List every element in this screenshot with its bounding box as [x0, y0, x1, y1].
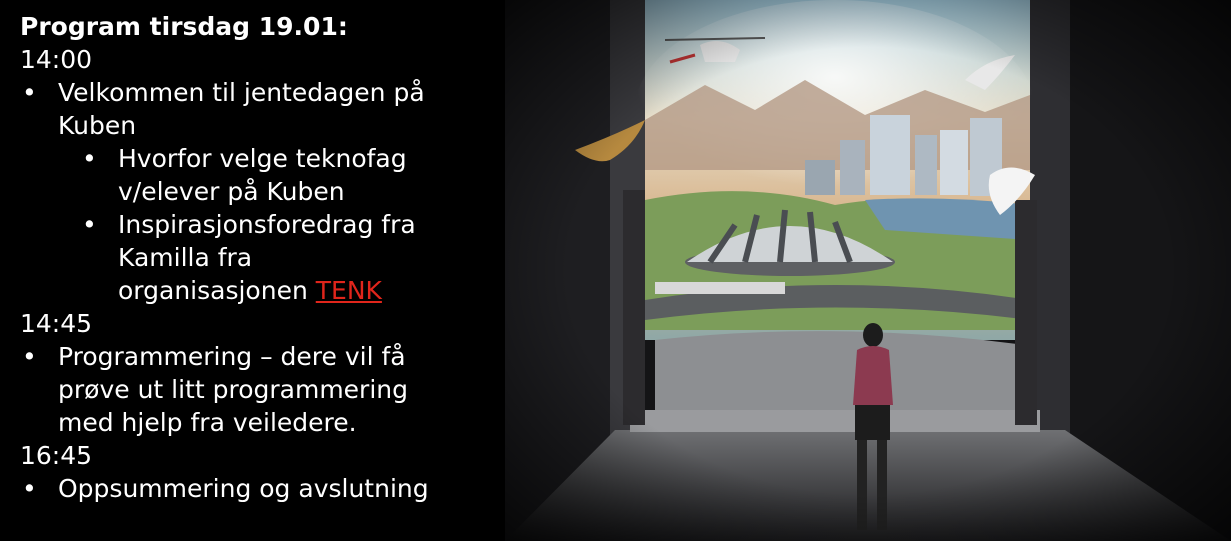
- bullet-item: Oppsummering og avslutning: [20, 472, 510, 505]
- sub-bullet-text: Inspirasjonsforedrag fra Kamilla fra org…: [118, 208, 438, 307]
- bullet-list: Programmering – dere vil få prøve ut lit…: [20, 340, 510, 439]
- bullet-text: Programmering – dere vil få prøve ut lit…: [58, 342, 408, 437]
- time-label: 14:00: [20, 45, 93, 74]
- program-title: Program tirsdag 19.01:: [20, 12, 348, 41]
- bullet-text: Oppsummering og avslutning: [58, 474, 429, 503]
- time-label: 14:45: [20, 309, 93, 338]
- time-label: 16:45: [20, 441, 93, 470]
- time-block-2: 14:45 Programmering – dere vil få prøve …: [20, 307, 510, 439]
- sub-bullet-item: Inspirasjonsforedrag fra Kamilla fra org…: [20, 208, 510, 307]
- bullet-item: Velkommen til jentedagen på Kuben: [20, 76, 510, 142]
- doorway-city-illustration: [505, 0, 1231, 541]
- slide: Program tirsdag 19.01: 14:00 Velkommen t…: [0, 0, 1231, 541]
- bullet-text: Velkommen til jentedagen på Kuben: [58, 78, 425, 140]
- program-text: Program tirsdag 19.01: 14:00 Velkommen t…: [20, 10, 510, 505]
- bullet-list: Oppsummering og avslutning: [20, 472, 510, 505]
- sub-bullet-text: Hvorfor velge teknofag v/elever på Kuben: [118, 144, 407, 206]
- bullet-item: Programmering – dere vil få prøve ut lit…: [20, 340, 510, 439]
- time-block-3: 16:45 Oppsummering og avslutning: [20, 439, 510, 505]
- sub-bullet-item: Hvorfor velge teknofag v/elever på Kuben: [20, 142, 510, 208]
- tenk-link[interactable]: TENK: [316, 276, 382, 305]
- bullet-list: Velkommen til jentedagen på Kuben Hvorfo…: [20, 76, 510, 307]
- time-block-1: 14:00 Velkommen til jentedagen på Kuben …: [20, 43, 510, 307]
